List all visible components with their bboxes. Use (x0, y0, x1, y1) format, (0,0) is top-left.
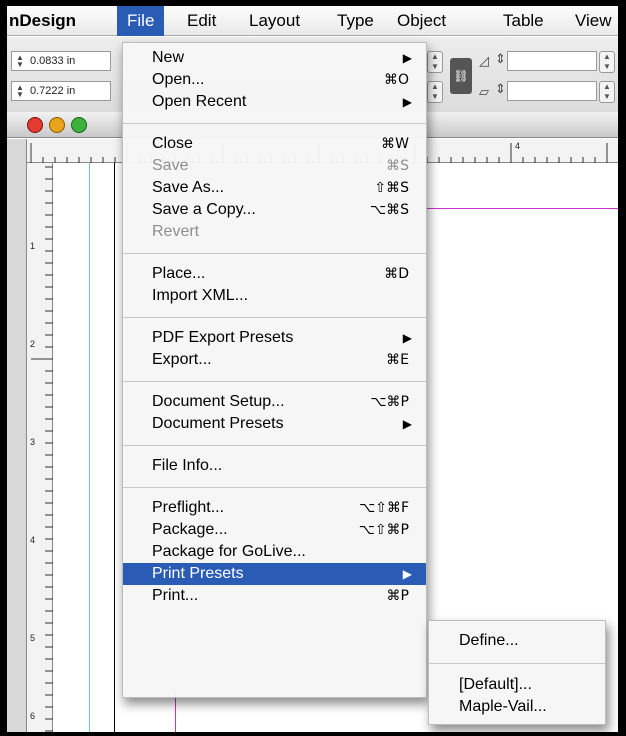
shear-angle-icon: ▱ (479, 84, 489, 99)
menu-item-package[interactable]: Package... ⌥⇧⌘P (123, 519, 426, 541)
margin-guide (175, 692, 176, 732)
menu-item-file-info[interactable]: File Info... (123, 455, 426, 477)
ruler-label: 4 (30, 535, 36, 545)
menu-item-save-copy[interactable]: Save a Copy... ⌥⌘S (123, 199, 426, 221)
menu-item-save: Save ⌘S (152, 157, 409, 174)
menu-separator (123, 487, 426, 488)
margin-guide (89, 163, 90, 732)
ruler-label: 3 (30, 437, 36, 447)
stepper-icon[interactable]: ⇕ (495, 81, 506, 97)
stepper-icon[interactable]: ▲ ▼ (14, 54, 26, 69)
stepper-icon[interactable]: ▲ ▼ (599, 81, 615, 103)
submenu-item-maple-vail[interactable]: Maple-Vail... (429, 695, 605, 719)
submenu-arrow-icon: ▶ (402, 51, 412, 65)
submenu-arrow-icon: ▶ (402, 567, 412, 581)
menu-item-save-as[interactable]: Save As... ⇧⌘S (123, 177, 426, 199)
margin-guide (427, 208, 618, 209)
menu-item-open-recent[interactable]: Open Recent ▶ (123, 91, 426, 113)
menu-item-close[interactable]: Close ⌘W (123, 133, 426, 155)
x-offset-field[interactable]: ▲ ▼ 0.0833 in (11, 51, 111, 71)
menu-separator (123, 253, 426, 254)
menu-separator (429, 663, 605, 664)
tools-panel-edge (7, 139, 27, 732)
close-window-icon[interactable] (27, 117, 43, 133)
stepper-icon[interactable]: ▲ ▼ (427, 51, 443, 73)
submenu-arrow-icon: ▶ (402, 417, 412, 431)
vertical-ruler: 1 2 3 4 5 6 (27, 163, 53, 732)
submenu-item-default[interactable]: [Default]... (429, 673, 605, 697)
stepper-icon[interactable]: ▲ ▼ (427, 81, 443, 103)
menu-item-import-xml[interactable]: Import XML... (123, 285, 426, 307)
menu-item-document-setup[interactable]: Document Setup... ⌥⌘P (123, 391, 426, 413)
menu-separator (123, 317, 426, 318)
menu-item-package-golive[interactable]: Package for GoLive... (123, 541, 426, 563)
menu-separator (123, 381, 426, 382)
menu-app-name[interactable]: nDesign (7, 6, 86, 36)
menubar: nDesign File Edit Layout Type Object Tab… (7, 6, 618, 36)
menu-item-print-presets[interactable]: Print Presets ▶ (123, 563, 426, 585)
menu-item-export[interactable]: Export... ⌘E (123, 349, 426, 371)
menu-layout[interactable]: Layout (239, 6, 310, 36)
menu-separator (123, 445, 426, 446)
rotation-angle-field[interactable] (507, 51, 597, 71)
submenu-arrow-icon: ▶ (402, 331, 412, 345)
submenu-item-define[interactable]: Define... (429, 629, 605, 653)
menu-item-new[interactable]: New ▶ (123, 47, 426, 69)
menu-item-preflight[interactable]: Preflight... ⌥⇧⌘F (123, 497, 426, 519)
constrain-proportions-icon[interactable]: ⛓ (450, 58, 472, 94)
submenu-arrow-icon: ▶ (402, 95, 412, 109)
menu-object[interactable]: Object (387, 6, 456, 36)
menu-item-open[interactable]: Open... ⌘O (123, 69, 426, 91)
ruler-label: 1 (30, 241, 36, 251)
rotate-angle-icon: ◿ (479, 53, 489, 68)
screen: nDesign File Edit Layout Type Object Tab… (7, 6, 618, 732)
stepper-icon[interactable]: ▲ ▼ (14, 84, 26, 99)
ruler-label: 6 (30, 711, 36, 721)
menu-view[interactable]: View (565, 6, 618, 36)
minimize-window-icon[interactable] (49, 117, 65, 133)
menu-type[interactable]: Type (327, 6, 384, 36)
print-presets-submenu: Define... [Default]... Maple-Vail... (428, 620, 606, 725)
menu-item-place[interactable]: Place... ⌘D (123, 263, 426, 285)
stepper-icon[interactable]: ▲ ▼ (599, 51, 615, 73)
ruler-label: 4 (515, 141, 521, 151)
menu-item-pdf-export-presets[interactable]: PDF Export Presets ▶ (123, 327, 426, 349)
zoom-window-icon[interactable] (71, 117, 87, 133)
page-edge (114, 163, 115, 732)
menu-item-print[interactable]: Print... ⌘P (123, 585, 426, 607)
x-offset-value: 0.0833 in (30, 55, 76, 67)
y-offset-field[interactable]: ▲ ▼ 0.7222 in (11, 81, 111, 101)
shear-angle-field[interactable] (507, 81, 597, 101)
ruler-label: 2 (30, 339, 36, 349)
menu-table[interactable]: Table (493, 6, 554, 36)
file-menu: New ▶ Open... ⌘O Open Recent ▶ Close ⌘W Save… (122, 42, 427, 698)
menu-edit[interactable]: Edit (177, 6, 226, 36)
menu-separator (123, 123, 426, 124)
stepper-icon[interactable]: ⇕ (495, 51, 506, 67)
y-offset-value: 0.7222 in (30, 85, 76, 97)
menu-item-revert: Revert (152, 223, 200, 240)
menu-file[interactable]: File (117, 6, 165, 36)
menu-item-document-presets[interactable]: Document Presets ▶ (123, 413, 426, 435)
ruler-label: 5 (30, 633, 36, 643)
